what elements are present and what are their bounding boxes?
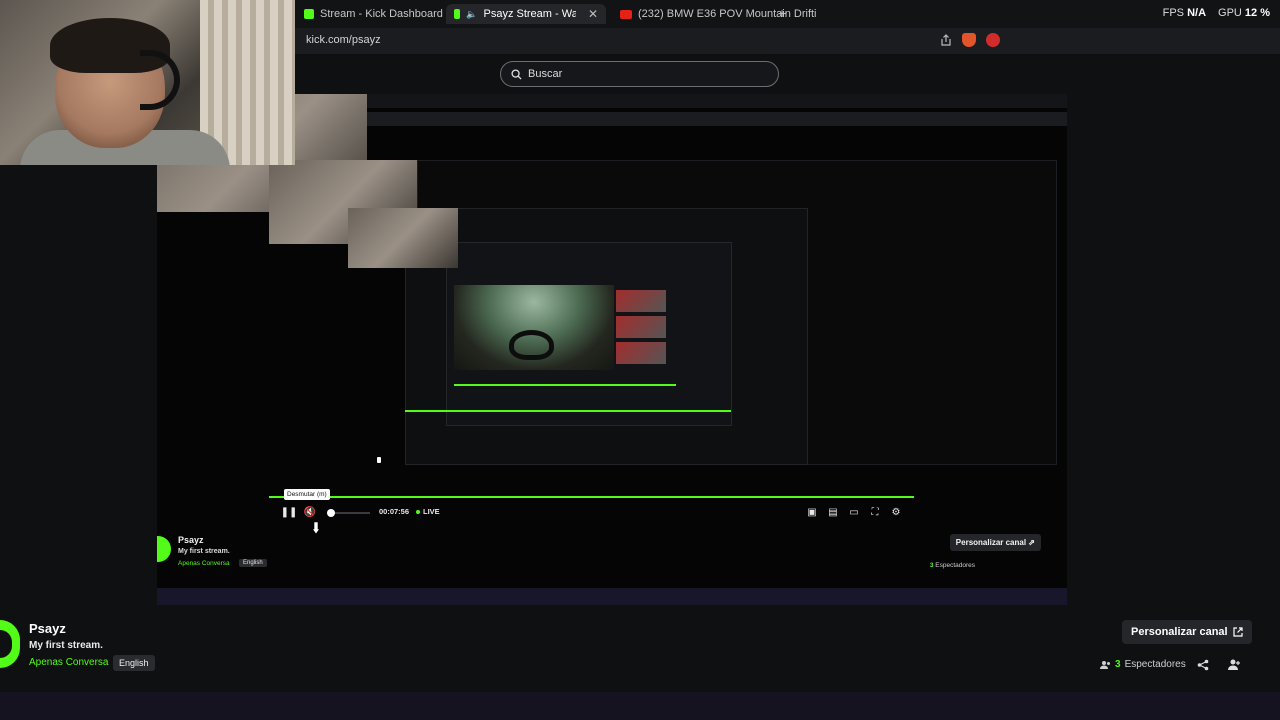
viewer-count: 3 Espectadores xyxy=(929,562,975,569)
rewards-icon[interactable] xyxy=(986,33,1000,47)
language-badge: English xyxy=(113,655,155,671)
share-page-icon[interactable] xyxy=(940,34,952,46)
muted-speaker-icon[interactable]: 🔇 xyxy=(304,506,316,518)
channel-info: Psayz My first stream. Apenas Conversa E… xyxy=(0,612,1280,692)
nested-cursor-icon xyxy=(377,457,381,463)
tab-psayz-stream[interactable]: 🔈 Psayz Stream - Watch Live on ✕ xyxy=(446,4,606,24)
inner-channel-info: Psayz My first stream. Apenas Conversa E… xyxy=(157,530,1067,590)
nested-progress-bar xyxy=(405,410,731,412)
tab-label: Stream - Kick Dashboard xyxy=(320,8,443,20)
kick-favicon-icon xyxy=(304,9,314,19)
driving-video-thumbnail xyxy=(454,285,614,370)
tab-youtube-video[interactable]: (232) BMW E36 POV Mountain Drifti xyxy=(612,4,825,24)
tab-label: Psayz Stream - Watch Live on xyxy=(483,8,576,20)
address-bar-icons xyxy=(940,33,1000,47)
headphones-graphic xyxy=(140,50,180,110)
tab-kick-dashboard[interactable]: Stream - Kick Dashboard xyxy=(296,4,451,24)
language-badge: English xyxy=(239,559,267,567)
settings-gear-icon[interactable]: ⚙ xyxy=(890,506,902,518)
stream-category[interactable]: Apenas Conversa xyxy=(29,657,109,668)
inner-bottom-strip xyxy=(157,588,1067,605)
live-indicator: LIVE xyxy=(416,507,440,516)
pip-icon[interactable]: ▣ xyxy=(806,506,818,518)
webcam-overlay xyxy=(0,0,295,165)
unmute-tooltip: Desmutar (m) xyxy=(284,489,330,500)
kick-favicon-icon xyxy=(454,9,461,19)
steering-wheel-graphic xyxy=(509,330,554,360)
elapsed-time: 00:07:56 xyxy=(379,507,410,516)
nested-tab-bar xyxy=(367,94,1067,108)
volume-slider-knob[interactable] xyxy=(327,509,335,517)
user-settings-icon[interactable] xyxy=(1228,658,1241,671)
bottom-strip xyxy=(0,692,1280,720)
customize-channel-button[interactable]: Personalizar canal xyxy=(1122,620,1252,644)
pause-icon[interactable]: ❚❚ xyxy=(281,506,298,518)
theater-mode-icon[interactable]: ▭ xyxy=(848,506,860,518)
webcam-echo xyxy=(348,208,458,268)
performance-overlay: FPS N/A GPU 12 % xyxy=(1163,7,1270,19)
channel-avatar[interactable] xyxy=(0,620,20,668)
live-dot-icon xyxy=(416,509,420,514)
stream-title: My first stream. xyxy=(29,640,103,651)
channel-avatar[interactable] xyxy=(157,536,171,562)
customize-channel-button[interactable]: Personalizar canal ⇗ xyxy=(949,534,1041,551)
fullscreen-icon[interactable]: ⛶ xyxy=(869,506,881,518)
search-input[interactable]: Buscar xyxy=(500,61,779,87)
nested-address-bar xyxy=(367,112,1067,126)
video-suggestions-thumbnails xyxy=(616,290,666,375)
stream-title: My first stream. xyxy=(178,548,230,555)
new-tab-icon[interactable]: + xyxy=(778,5,786,21)
youtube-favicon-icon xyxy=(620,9,632,19)
clip-icon[interactable]: ▤ xyxy=(827,506,839,518)
nested-progress-bar xyxy=(454,384,676,386)
close-tab-icon[interactable]: ✕ xyxy=(588,7,598,21)
mouse-cursor-icon xyxy=(311,521,321,535)
search-placeholder: Buscar xyxy=(528,68,563,80)
tab-label: (232) BMW E36 POV Mountain Drifti xyxy=(638,8,817,20)
live-progress-bar[interactable] xyxy=(269,496,914,498)
volume-slider[interactable] xyxy=(330,512,370,514)
search-icon xyxy=(511,68,522,80)
url-field[interactable]: kick.com/psayz xyxy=(306,34,381,46)
viewers-icon xyxy=(1100,660,1110,669)
stream-category[interactable]: Apenas Conversa xyxy=(178,560,230,567)
viewer-count: 3 Espectadores xyxy=(1100,659,1186,670)
share-icon[interactable] xyxy=(1197,659,1209,671)
fps-readout: FPS N/A xyxy=(1162,7,1207,19)
speaker-icon: 🔈 xyxy=(466,8,478,19)
brave-shield-icon[interactable] xyxy=(962,33,976,47)
gpu-readout: GPU 12 % xyxy=(1218,7,1270,19)
channel-name[interactable]: Psayz xyxy=(178,535,204,545)
external-link-icon xyxy=(1233,627,1243,637)
channel-name[interactable]: Psayz xyxy=(29,621,66,636)
